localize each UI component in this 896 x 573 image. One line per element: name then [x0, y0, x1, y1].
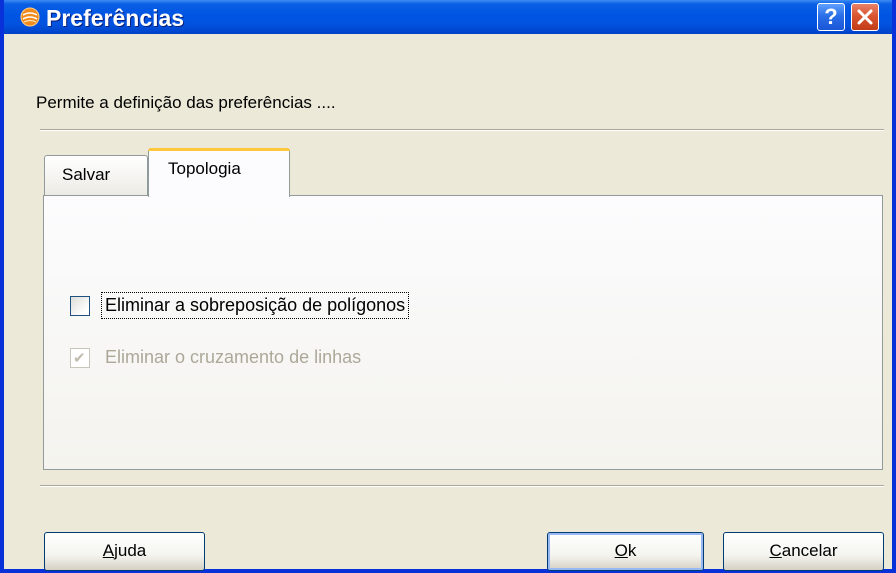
close-icon [857, 9, 873, 25]
dialog-description: Permite a definição das preferências ...… [36, 93, 336, 112]
preferences-dialog: Preferências ? Permite a definição das p… [0, 0, 896, 573]
title-bar[interactable]: Preferências ? [4, 0, 892, 34]
window-title: Preferências [46, 5, 185, 31]
mnemonic-ok: O [614, 541, 628, 560]
cancel-button[interactable]: Cancelar [723, 532, 884, 571]
label-ok: k [627, 541, 637, 560]
separator-top [40, 129, 884, 131]
checkbox-eliminar-sobreposicao[interactable] [70, 296, 90, 316]
ok-button[interactable]: Ok [547, 532, 704, 571]
mnemonic-cancel: C [769, 541, 782, 560]
tab-panel-topologia [43, 195, 883, 470]
mnemonic-ajuda: A [102, 541, 115, 560]
checkbox-label-sobreposicao[interactable]: Eliminar a sobreposição de polígonos [101, 292, 410, 319]
app-orange-globe-icon [20, 7, 40, 27]
tab-salvar[interactable]: Salvar [44, 155, 148, 195]
separator-bottom [40, 485, 884, 487]
checkbox-eliminar-cruzamento: ✔ [70, 348, 90, 368]
help-button[interactable]: ? [817, 3, 845, 31]
label-cancel: ancelar [781, 541, 838, 560]
checkbox-label-cruzamento: Eliminar o cruzamento de linhas [105, 347, 362, 367]
label-ajuda: juda [114, 541, 147, 560]
tab-topologia[interactable]: Topologia [148, 148, 290, 197]
help-dialog-button[interactable]: Ajuda [44, 532, 205, 571]
check-icon: ✔ [73, 350, 86, 367]
close-button[interactable] [851, 3, 879, 31]
